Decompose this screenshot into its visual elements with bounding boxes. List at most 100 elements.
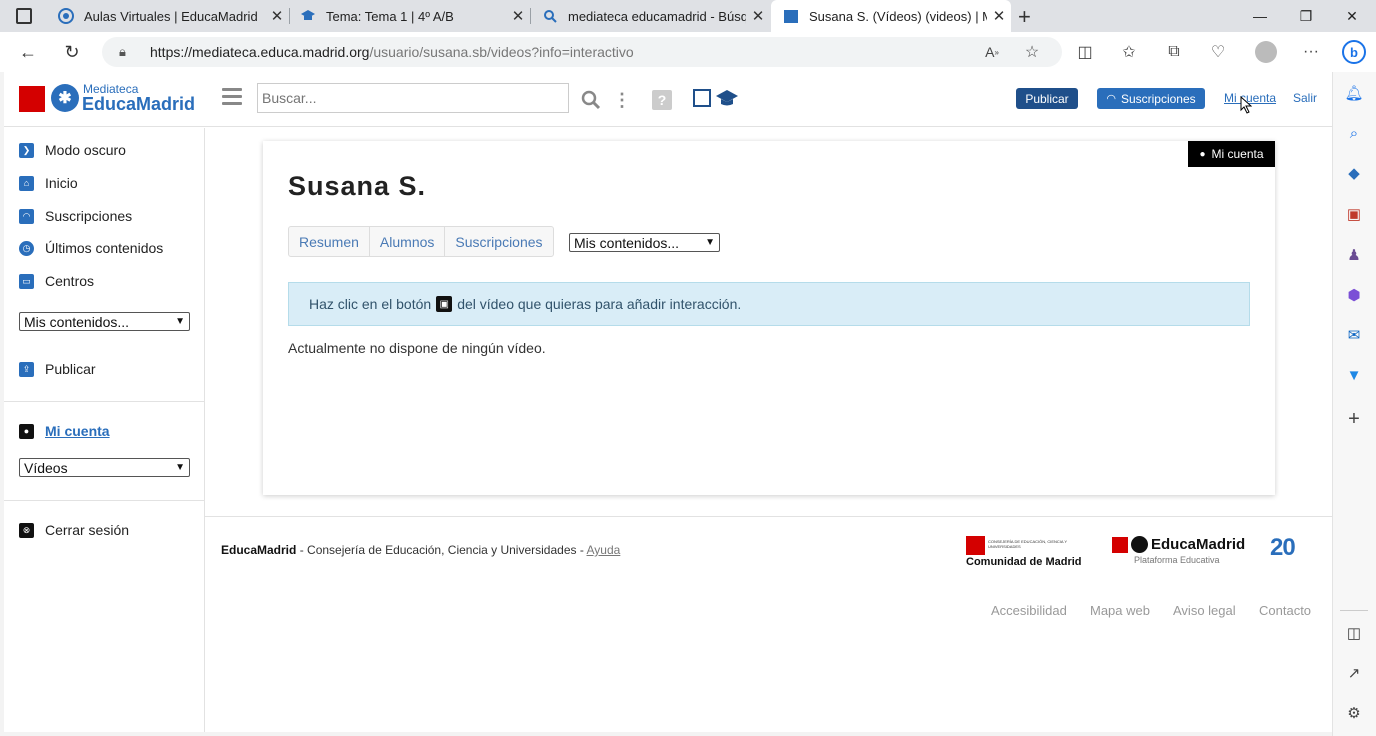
subscriptions-button[interactable]: ◠ Suscripciones bbox=[1097, 88, 1205, 109]
window-close-icon[interactable]: ✕ bbox=[1329, 0, 1375, 32]
bell-icon[interactable]: 🔔︎ bbox=[1341, 80, 1367, 106]
clock-icon: ◷ bbox=[19, 240, 34, 256]
external-link-icon[interactable]: ↗ bbox=[1341, 660, 1367, 686]
footer-link-contact[interactable]: Contacto bbox=[1259, 603, 1311, 618]
sidebar-toggle-icon[interactable]: ◫ bbox=[1341, 620, 1367, 646]
vertical-dots-icon[interactable]: ⋮ bbox=[613, 89, 631, 111]
close-icon[interactable]: ✕ bbox=[987, 7, 1011, 25]
clapperboard-icon bbox=[783, 8, 799, 24]
empty-state-text: Actualmente no dispone de ningún vídeo. bbox=[288, 340, 546, 356]
hamburger-menu-icon[interactable] bbox=[222, 88, 242, 106]
tab-students[interactable]: Alumnos bbox=[370, 227, 446, 256]
sidebar-item-publish[interactable]: ⇪ Publicar bbox=[19, 361, 96, 377]
educamadrid-footer-logo[interactable]: EducaMadrid Plataforma Educativa bbox=[1112, 536, 1248, 568]
edge-sidebar-divider bbox=[1340, 610, 1368, 611]
sidebar-item-latest[interactable]: ◷ Últimos contenidos bbox=[19, 240, 163, 256]
sidebar-item-centers[interactable]: ▭ Centros bbox=[19, 273, 94, 289]
comunidad-madrid-footer-logo[interactable]: CONSEJERÍA DE EDUCACIÓN, CIENCIA Y UNIVE… bbox=[966, 536, 1086, 568]
games-icon[interactable]: ♟︎ bbox=[1341, 242, 1367, 268]
more-icon[interactable]: ··· bbox=[1297, 38, 1325, 66]
window-icon: ▭ bbox=[19, 273, 34, 289]
tab-title: Tema: Tema 1 | 4º A/B bbox=[326, 8, 454, 24]
square-icon[interactable] bbox=[693, 89, 711, 107]
main-content-select[interactable]: Mis contenidos... ▼ bbox=[569, 233, 720, 252]
sidebar-item-my-account[interactable]: ● Mi cuenta bbox=[19, 423, 110, 439]
user-icon: ● bbox=[19, 423, 34, 439]
tab-actions-icon[interactable] bbox=[16, 8, 32, 24]
new-tab-icon[interactable]: + bbox=[1018, 4, 1031, 30]
browser-tab-active[interactable]: Susana S. (Vídeos) (videos) | Med ✕ bbox=[771, 0, 1011, 32]
back-icon[interactable]: ← bbox=[12, 36, 44, 68]
rss-icon: ◠ bbox=[1106, 93, 1116, 105]
toolbox-icon[interactable]: ▣ bbox=[1341, 201, 1367, 227]
search-icon bbox=[542, 8, 558, 24]
help-link[interactable]: Ayuda bbox=[587, 543, 621, 557]
chevron-down-icon: ▼ bbox=[175, 316, 185, 327]
url-text[interactable]: https://mediateca.educa.madrid.org/usuar… bbox=[150, 44, 634, 60]
office-icon[interactable]: ⬢ bbox=[1341, 282, 1367, 308]
minimize-icon[interactable]: — bbox=[1237, 0, 1283, 32]
split-screen-icon[interactable]: ◫ bbox=[1071, 38, 1099, 66]
educamadrid-icon bbox=[58, 8, 74, 24]
sidebar-item-dark-mode[interactable]: ❯ Modo oscuro bbox=[19, 142, 126, 158]
mouse-cursor-icon bbox=[1240, 95, 1253, 119]
nav-divider bbox=[4, 500, 205, 501]
browser-tab-search[interactable]: mediateca educamadrid - Búsqu ✕ bbox=[530, 0, 770, 32]
search-icon[interactable]: ⌕ bbox=[1341, 120, 1367, 146]
settings-gear-icon[interactable]: ⚙︎ bbox=[1341, 700, 1367, 726]
publish-button[interactable]: Publicar bbox=[1016, 88, 1078, 109]
exit-link[interactable]: Salir bbox=[1293, 91, 1317, 105]
performance-icon[interactable]: ♡ bbox=[1204, 38, 1232, 66]
page-title: Susana S. bbox=[288, 171, 427, 201]
sidebar-item-subscriptions[interactable]: ◠ Suscripciones bbox=[19, 208, 132, 224]
outlook-icon[interactable]: ✉︎ bbox=[1341, 322, 1367, 348]
educamadrid-logo-icon[interactable]: ✱ bbox=[51, 84, 79, 112]
mortarboard-icon[interactable] bbox=[716, 88, 738, 108]
rss-icon: ◠ bbox=[19, 208, 34, 224]
user-icon: ● bbox=[1199, 148, 1206, 160]
chevron-down-icon: ▼ bbox=[175, 462, 185, 473]
tab-title: Aulas Virtuales | EducaMadrid bbox=[84, 8, 258, 24]
tag-icon[interactable]: ◆ bbox=[1341, 160, 1367, 186]
footer-link-accessibility[interactable]: Accesibilidad bbox=[991, 603, 1067, 618]
read-aloud-icon[interactable]: A» bbox=[978, 38, 1006, 66]
help-icon[interactable]: ? bbox=[652, 90, 672, 110]
restore-icon[interactable]: ❐ bbox=[1283, 0, 1329, 32]
tab-summary[interactable]: Resumen bbox=[289, 227, 370, 256]
drop-icon[interactable]: ▼ bbox=[1341, 362, 1367, 388]
mortarboard-icon bbox=[300, 8, 316, 24]
search-icon[interactable] bbox=[580, 89, 602, 111]
tab-title: Susana S. (Vídeos) (videos) | Med bbox=[809, 8, 987, 24]
footer-link-sitemap[interactable]: Mapa web bbox=[1090, 603, 1150, 618]
footer-link-legal[interactable]: Aviso legal bbox=[1173, 603, 1236, 618]
sidebar-item-logout[interactable]: ⊗ Cerrar sesión bbox=[19, 522, 129, 538]
copilot-icon[interactable]: b bbox=[1340, 38, 1368, 66]
my-account-badge[interactable]: ● Mi cuenta bbox=[1188, 141, 1275, 167]
lock-icon[interactable]: 🔒︎ bbox=[119, 44, 126, 60]
sidebar-content-select[interactable]: Mis contenidos... ▼ bbox=[19, 312, 190, 331]
nav-divider bbox=[4, 401, 205, 402]
favorite-star-icon[interactable]: ☆ bbox=[1018, 38, 1046, 66]
close-icon[interactable]: ✕ bbox=[506, 7, 530, 25]
add-icon[interactable]: + bbox=[1341, 406, 1367, 432]
close-icon[interactable]: ✕ bbox=[265, 7, 289, 25]
sidebar-item-home[interactable]: ⌂ Inicio bbox=[19, 175, 78, 191]
footer-text: EducaMadrid - Consejería de Educación, C… bbox=[221, 543, 621, 557]
comunidad-madrid-logo[interactable] bbox=[19, 86, 45, 112]
favorites-icon[interactable]: ✩ bbox=[1115, 38, 1143, 66]
info-alert: Haz clic en el botón ▣ del vídeo que qui… bbox=[288, 282, 1250, 326]
home-icon: ⌂ bbox=[19, 175, 34, 191]
browser-tab-tema[interactable]: Tema: Tema 1 | 4º A/B ✕ bbox=[288, 0, 530, 32]
tab-subscriptions[interactable]: Suscripciones bbox=[445, 227, 552, 256]
search-input[interactable] bbox=[257, 83, 569, 113]
anniversary-logo[interactable]: 20 bbox=[1270, 534, 1310, 570]
tab-title: mediateca educamadrid - Búsqu bbox=[568, 8, 746, 24]
close-icon[interactable]: ✕ bbox=[746, 7, 770, 25]
logo-title[interactable]: EducaMadrid bbox=[82, 94, 195, 115]
profile-avatar[interactable] bbox=[1252, 38, 1280, 66]
browser-tab-aulas[interactable]: Aulas Virtuales | EducaMadrid ✕ bbox=[46, 0, 289, 32]
reload-icon[interactable]: ↻ bbox=[56, 36, 88, 68]
sidebar-videos-select[interactable]: Vídeos ▼ bbox=[19, 458, 190, 477]
interactive-button-icon: ▣ bbox=[436, 296, 453, 312]
collections-icon[interactable]: ⧉ bbox=[1160, 38, 1188, 66]
